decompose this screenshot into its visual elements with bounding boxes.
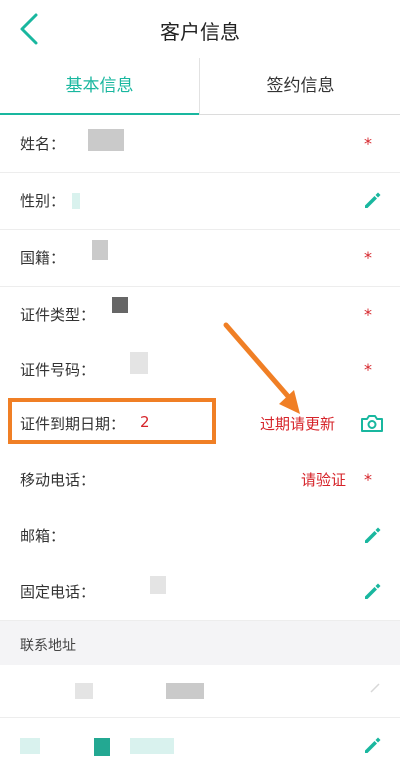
annotation-highlight-box <box>8 398 216 444</box>
field-row-id-number[interactable]: 证件号码： * <box>0 342 400 399</box>
pencil-icon[interactable] <box>362 190 382 210</box>
tab-divider <box>199 58 200 114</box>
top-bar: 客户信息 <box>0 0 400 59</box>
redacted-value <box>130 352 148 374</box>
field-row-nationality[interactable]: 国籍： * <box>0 230 400 287</box>
pencil-icon[interactable] <box>362 735 382 755</box>
field-label-nationality: 国籍： <box>20 249 66 267</box>
tab-contract-info[interactable]: 签约信息 <box>201 58 400 114</box>
pencil-icon[interactable] <box>362 525 382 545</box>
section-title: 联系地址 <box>20 638 76 654</box>
address-row-2[interactable] <box>0 718 400 770</box>
tab-basic-info[interactable]: 基本信息 <box>0 58 199 114</box>
field-row-landline[interactable]: 固定电话： <box>0 564 400 621</box>
field-label-email: 邮箱： <box>20 527 66 545</box>
verify-phone-link[interactable]: 请验证 <box>301 469 346 490</box>
redacted-value <box>75 683 93 699</box>
field-row-gender[interactable]: 性别： <box>0 173 400 230</box>
redacted-value <box>72 193 80 209</box>
field-label-name: 姓名： <box>20 135 66 153</box>
field-label-landline: 固定电话： <box>20 583 96 601</box>
field-label-mobile: 移动电话： <box>20 471 96 489</box>
update-expired-link[interactable]: 过期请更新 <box>260 413 335 434</box>
field-row-name[interactable]: 姓名： * <box>0 116 400 173</box>
pencil-icon[interactable] <box>368 681 382 695</box>
section-header-contact-address: 联系地址 <box>0 621 400 665</box>
required-marker: * <box>364 360 372 379</box>
required-marker: * <box>364 470 372 489</box>
field-row-mobile[interactable]: 移动电话： 请验证 * <box>0 452 400 509</box>
camera-icon[interactable] <box>360 413 384 433</box>
field-row-id-type[interactable]: 证件类型： * <box>0 287 400 344</box>
redacted-value <box>112 297 128 313</box>
redacted-value <box>92 240 108 260</box>
pencil-icon[interactable] <box>362 581 382 601</box>
redacted-value <box>166 683 204 699</box>
field-label-id-type: 证件类型： <box>20 306 96 324</box>
redacted-value <box>150 576 166 594</box>
field-label-id-number: 证件号码： <box>20 361 96 379</box>
page-title: 客户信息 <box>160 20 240 44</box>
redacted-value <box>130 738 174 754</box>
required-marker: * <box>364 305 372 324</box>
redacted-value <box>94 738 110 756</box>
field-label-gender: 性别： <box>20 192 66 210</box>
required-marker: * <box>364 248 372 267</box>
active-tab-indicator <box>0 113 199 115</box>
required-marker: * <box>364 134 372 153</box>
redacted-value <box>88 129 124 151</box>
address-row-1[interactable] <box>0 665 400 718</box>
tab-bar: 基本信息 签约信息 <box>0 58 400 115</box>
field-row-email[interactable]: 邮箱： <box>0 508 400 565</box>
redacted-value <box>20 738 40 754</box>
